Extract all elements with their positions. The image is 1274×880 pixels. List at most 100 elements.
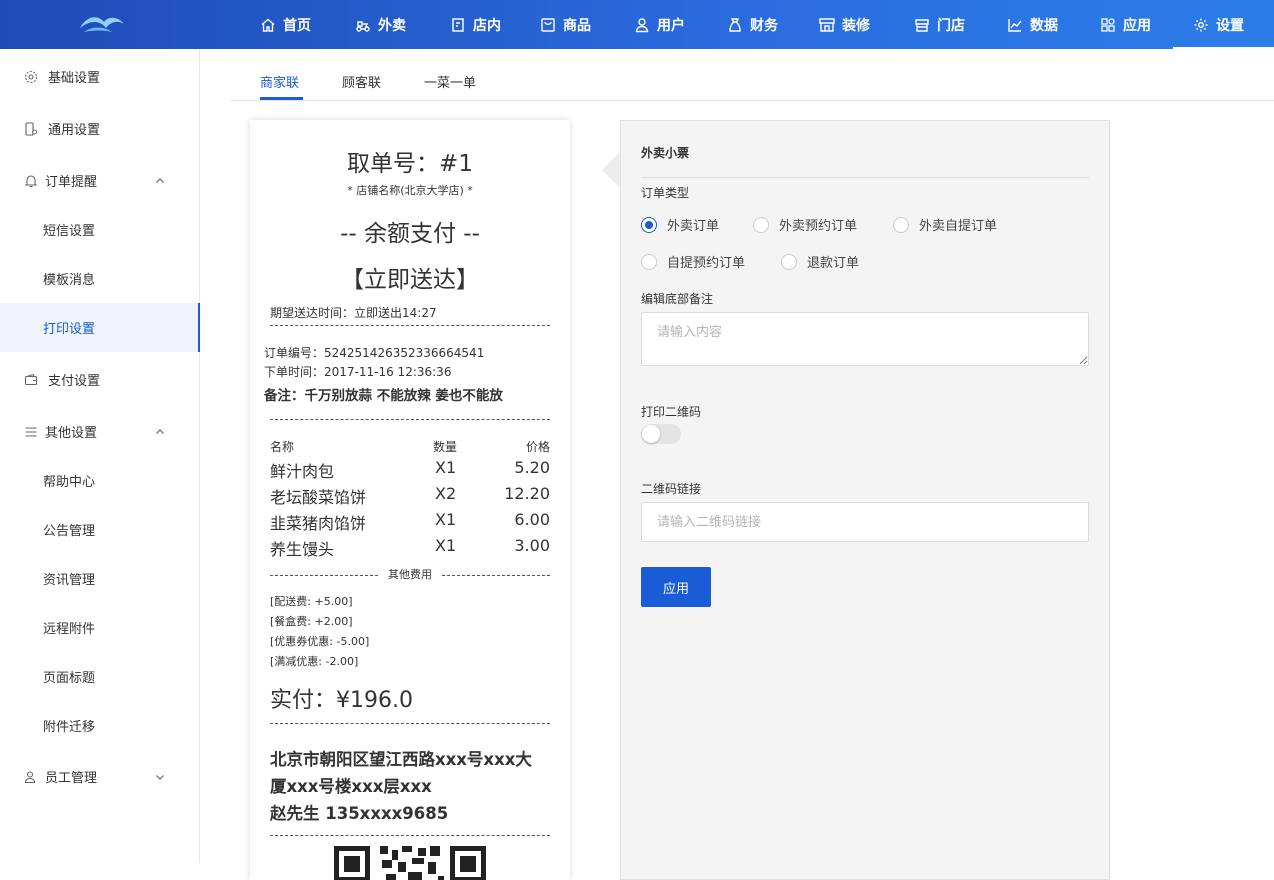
logo bbox=[80, 17, 124, 32]
item-price: 6.00 bbox=[514, 510, 550, 529]
sidebar-item-help-center[interactable]: 帮助中心 bbox=[0, 456, 199, 505]
nav-settings[interactable]: 设置 bbox=[1173, 0, 1274, 49]
item-price: 12.20 bbox=[504, 484, 550, 503]
radio-delivery-reserved-order[interactable]: 外卖预约订单 bbox=[753, 215, 857, 234]
bell-icon bbox=[24, 174, 38, 188]
sidebar: 基础设置 通用设置 订单提醒 短信设置 模板消息 打印设置 支付设置 其他设置 … bbox=[0, 49, 200, 863]
sidebar-item-announcements[interactable]: 公告管理 bbox=[0, 505, 199, 554]
radio-label: 自提预约订单 bbox=[667, 256, 746, 271]
sidebar-item-staff-management[interactable]: 员工管理 bbox=[0, 752, 199, 801]
apply-button[interactable]: 应用 bbox=[641, 567, 711, 607]
nav-finance[interactable]: 财务 bbox=[727, 0, 778, 49]
list-item: 韭菜猪肉馅饼 X1 6.00 bbox=[270, 510, 550, 536]
radio-refund-order[interactable]: 退款订单 bbox=[781, 252, 859, 271]
tab-merchant-copy[interactable]: 商家联 bbox=[260, 72, 299, 91]
radio-label: 外卖自提订单 bbox=[919, 219, 998, 234]
store-name: * 店铺名称(北京大学店) * bbox=[347, 184, 473, 197]
nav-data[interactable]: 数据 bbox=[1007, 0, 1058, 49]
staff-icon bbox=[24, 770, 38, 784]
qr-link-input[interactable] bbox=[641, 502, 1089, 542]
sidebar-item-payment-settings[interactable]: 支付设置 bbox=[0, 355, 199, 404]
sidebar-item-other-settings[interactable]: 其他设置 bbox=[0, 407, 199, 456]
order-time: 下单时间：2017-11-16 12:36:36 bbox=[264, 365, 452, 379]
address-line-2: 厦xxx号楼xxx层xxx bbox=[270, 777, 432, 796]
item-price: 5.20 bbox=[514, 458, 550, 477]
tab-customer-copy[interactable]: 顾客联 bbox=[342, 72, 381, 91]
gear-icon bbox=[24, 70, 38, 84]
radio-delivery-pickup-order[interactable]: 外卖自提订单 bbox=[893, 215, 997, 234]
radio-label: 外卖订单 bbox=[667, 219, 720, 234]
nav-home-label: 首页 bbox=[283, 17, 311, 34]
nav-dine-in[interactable]: 店内 bbox=[450, 0, 501, 49]
panel-divider bbox=[641, 177, 1089, 178]
sidebar-item-label: 通用设置 bbox=[48, 123, 101, 138]
active-tab-indicator bbox=[260, 97, 303, 100]
panel-title: 外卖小票 bbox=[641, 146, 690, 160]
dashed-divider bbox=[442, 575, 550, 576]
item-qty: X2 bbox=[435, 484, 457, 503]
sidebar-item-label: 公告管理 bbox=[43, 524, 96, 539]
address-line-1: 北京市朝阳区望江西路xxx号xxx大 bbox=[270, 750, 532, 769]
wallet-icon bbox=[24, 373, 38, 387]
sidebar-item-attachment-migration[interactable]: 附件迁移 bbox=[0, 701, 199, 750]
sidebar-item-sms-settings[interactable]: 短信设置 bbox=[0, 205, 199, 254]
radio-dot bbox=[641, 253, 657, 270]
fee-line: [配送费: +5.00] bbox=[270, 595, 353, 608]
column-qty: 数量 bbox=[433, 440, 458, 454]
print-qr-label: 打印二维码 bbox=[641, 405, 702, 419]
column-name: 名称 bbox=[270, 440, 295, 454]
sidebar-item-order-alert[interactable]: 订单提醒 bbox=[0, 156, 199, 205]
apps-icon bbox=[1100, 17, 1116, 33]
order-type-label: 订单类型 bbox=[641, 186, 690, 200]
fee-line: [优惠券优惠: -5.00] bbox=[270, 635, 370, 648]
sidebar-item-label: 资讯管理 bbox=[43, 573, 96, 588]
sidebar-item-page-title[interactable]: 页面标题 bbox=[0, 652, 199, 701]
payment-method: -- 余额支付 -- bbox=[340, 221, 480, 247]
nav-decoration[interactable]: 装修 bbox=[819, 0, 870, 49]
nav-user[interactable]: 用户 bbox=[634, 0, 685, 49]
item-name: 韭菜猪肉馅饼 bbox=[270, 514, 367, 533]
toggle-knob bbox=[642, 425, 660, 443]
order-remark: 备注：千万别放蒜 不能放辣 姜也不能放 bbox=[264, 388, 503, 404]
column-price: 价格 bbox=[525, 440, 550, 454]
chevron-up-icon bbox=[155, 176, 165, 186]
radio-delivery-order[interactable]: 外卖订单 bbox=[641, 215, 719, 234]
nav-store-label: 门店 bbox=[937, 17, 965, 34]
store-icon bbox=[914, 17, 930, 33]
sidebar-item-label: 其他设置 bbox=[45, 426, 98, 441]
item-name: 老坛酸菜馅饼 bbox=[270, 488, 367, 507]
item-qty: X1 bbox=[435, 510, 457, 529]
sidebar-item-label: 远程附件 bbox=[43, 622, 96, 637]
sidebar-item-label: 短信设置 bbox=[43, 224, 96, 239]
footer-note-textarea[interactable] bbox=[641, 312, 1089, 366]
sidebar-item-label: 员工管理 bbox=[45, 771, 98, 786]
nav-store[interactable]: 门店 bbox=[914, 0, 965, 49]
sidebar-item-print-settings[interactable]: 打印设置 bbox=[0, 303, 200, 352]
nav-apps-label: 应用 bbox=[1123, 17, 1151, 34]
nav-delivery[interactable]: 外卖 bbox=[355, 0, 406, 49]
nav-decoration-label: 装修 bbox=[842, 17, 870, 34]
item-name: 养生馒头 bbox=[270, 540, 335, 559]
radio-dot bbox=[781, 253, 797, 270]
print-qr-toggle[interactable] bbox=[641, 424, 681, 444]
phone-settings-icon bbox=[24, 121, 38, 136]
sidebar-item-template-messages[interactable]: 模板消息 bbox=[0, 254, 199, 303]
nav-home[interactable]: 首页 bbox=[260, 0, 311, 49]
data-chart-icon bbox=[1007, 17, 1023, 33]
item-table-header: 名称 数量 价格 bbox=[270, 438, 550, 456]
tab-one-dish-one-ticket[interactable]: 一菜一单 bbox=[424, 72, 476, 91]
item-price: 3.00 bbox=[514, 536, 550, 555]
item-qty: X1 bbox=[435, 536, 457, 555]
radio-pickup-reserved-order[interactable]: 自提预约订单 bbox=[641, 252, 745, 271]
sidebar-item-general-settings[interactable]: 通用设置 bbox=[0, 104, 199, 153]
delivery-icon bbox=[355, 17, 371, 33]
nav-apps[interactable]: 应用 bbox=[1100, 0, 1151, 49]
sidebar-item-news[interactable]: 资讯管理 bbox=[0, 554, 199, 603]
sidebar-item-remote-attachments[interactable]: 远程附件 bbox=[0, 603, 199, 652]
delivery-mode: 【立即送达】 bbox=[341, 267, 479, 293]
goods-icon bbox=[540, 17, 556, 33]
nav-goods[interactable]: 商品 bbox=[540, 0, 591, 49]
sidebar-item-basic-settings[interactable]: 基础设置 bbox=[0, 52, 199, 101]
qr-code bbox=[334, 846, 486, 880]
contact: 赵先生 135xxxx9685 bbox=[270, 804, 449, 823]
